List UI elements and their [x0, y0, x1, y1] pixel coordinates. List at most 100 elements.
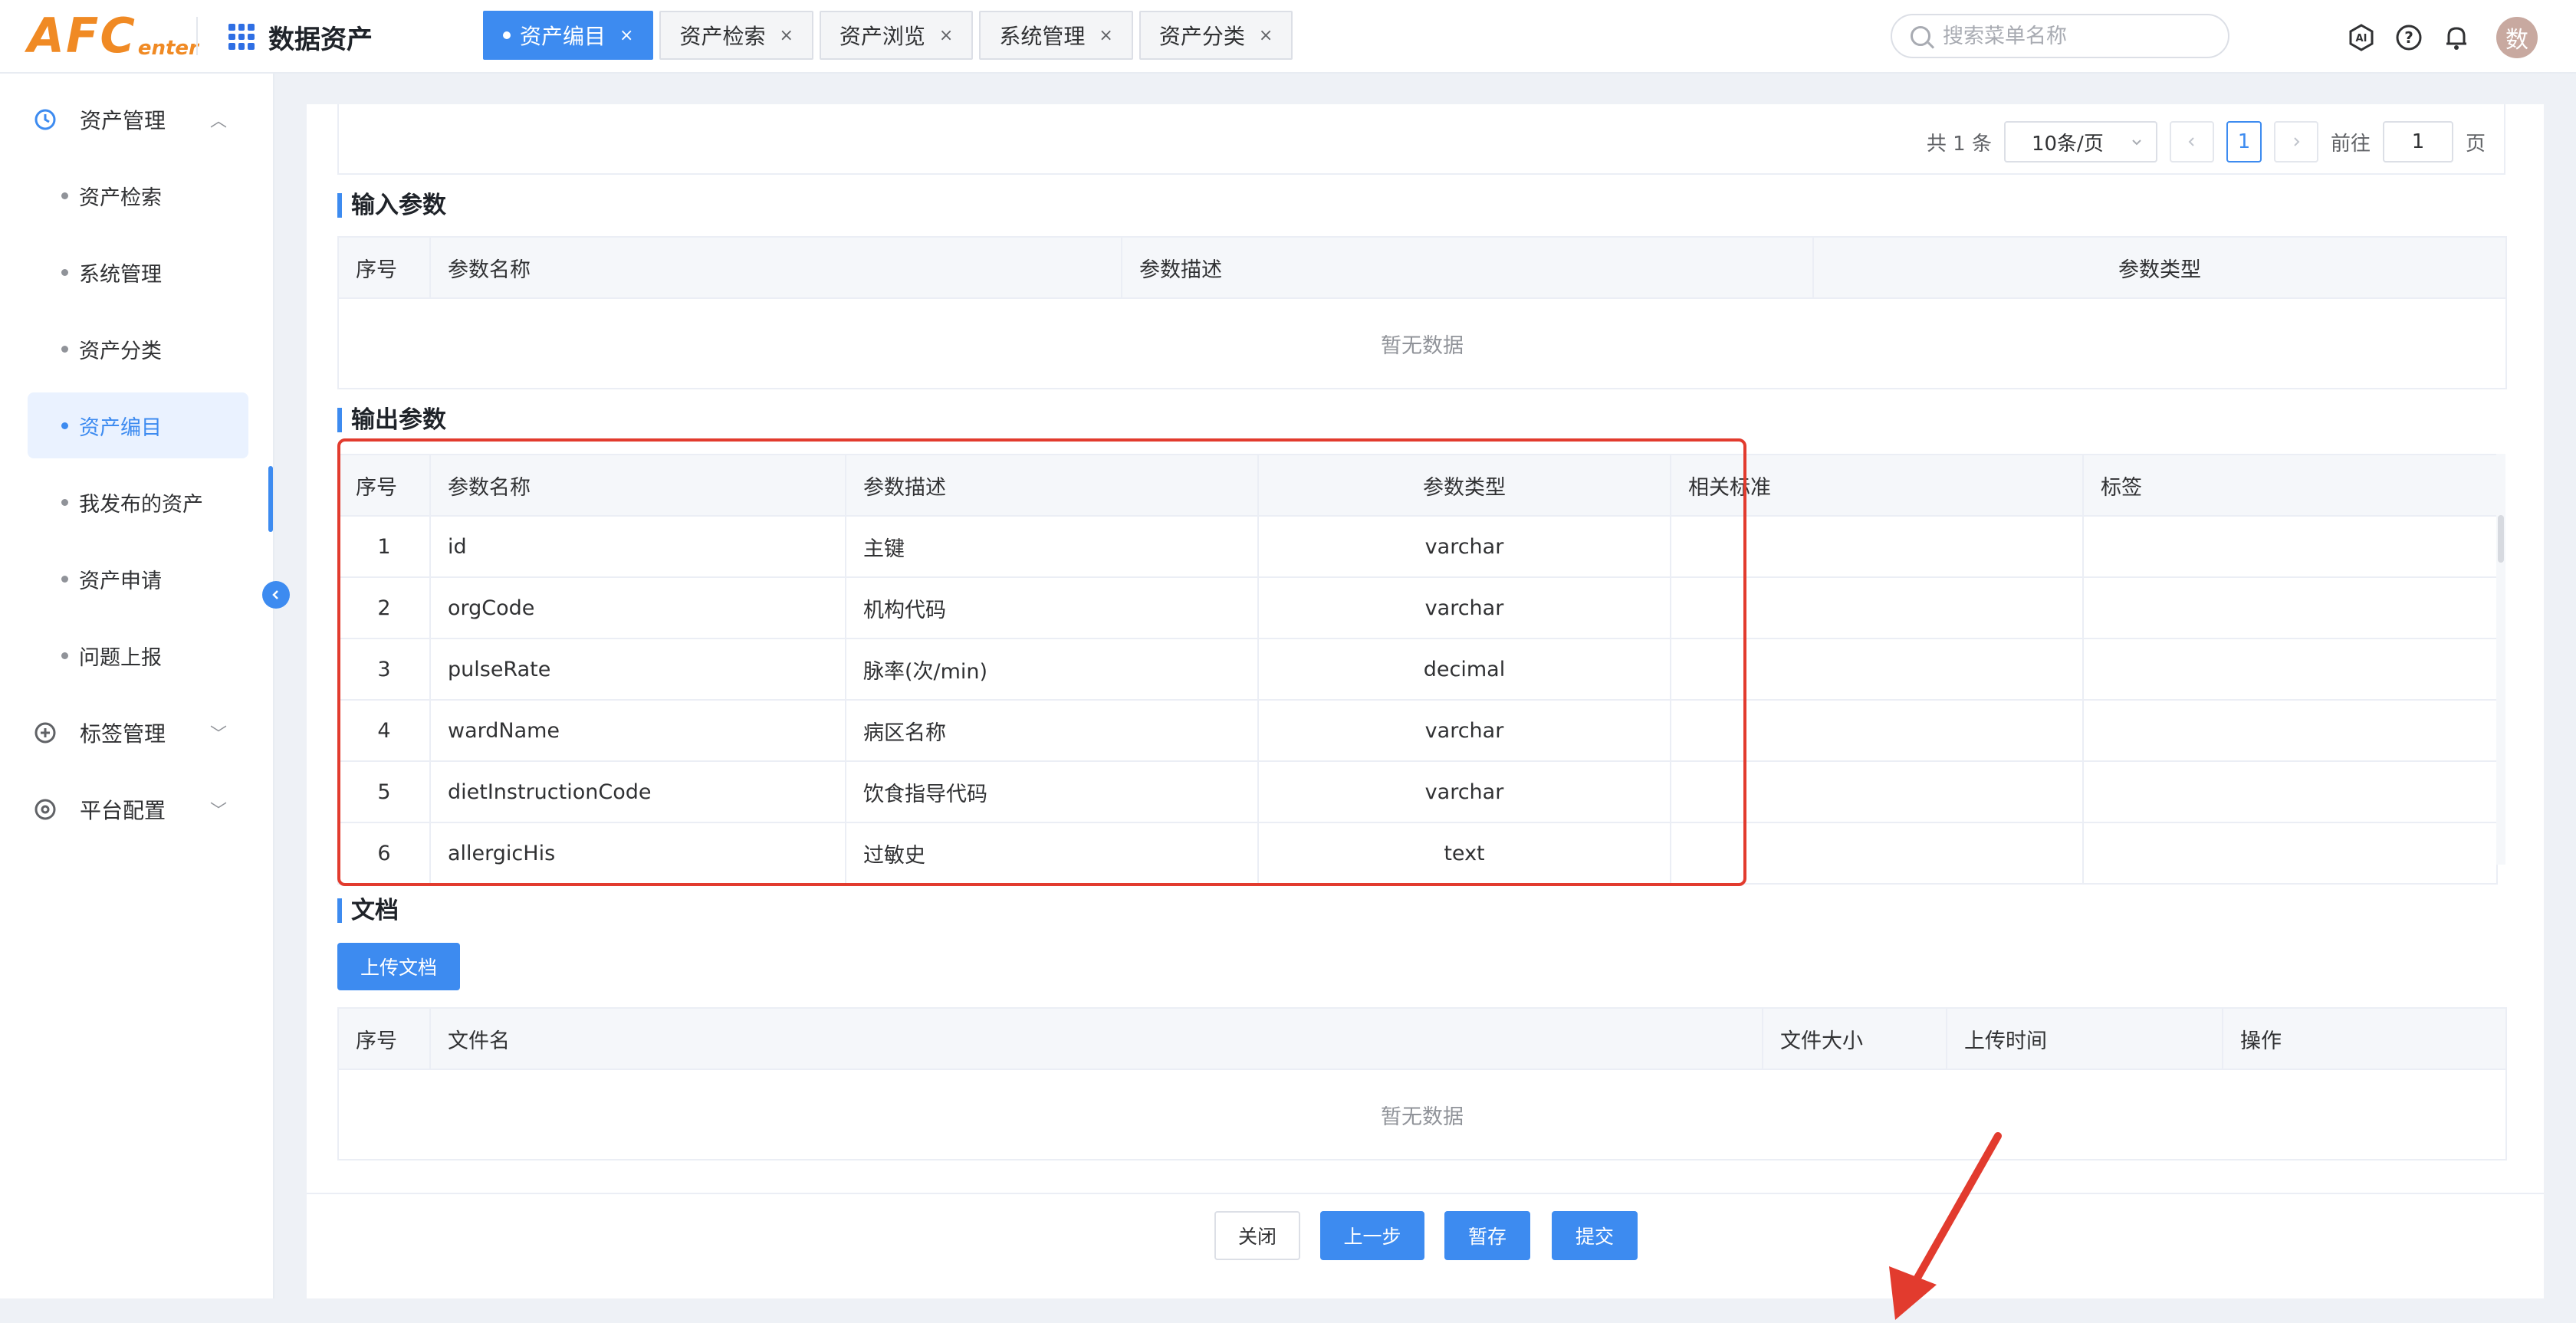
- col-header: 参数描述: [845, 454, 1259, 517]
- active-dot-icon: [503, 31, 511, 39]
- sidebar: 资产管理 ︿ 资产检索 系统管理 资产分类 资产编目 我发布的资产 资产申请 问…: [0, 74, 274, 1298]
- tab-asset-search[interactable]: 资产检索 ×: [659, 11, 813, 60]
- chevron-down-icon: ﹀: [210, 725, 228, 744]
- chevron-left-icon: [2188, 137, 2194, 146]
- collapse-sidebar-button[interactable]: [262, 581, 290, 609]
- save-draft-button[interactable]: 暂存: [1444, 1211, 1530, 1260]
- header-divider: [196, 17, 198, 55]
- tag-cell[interactable]: [2082, 760, 2498, 823]
- sidebar-item-asset-request[interactable]: 资产申请: [28, 546, 248, 612]
- previous-table-pager-area: 共 1 条 10条/页 1 前往 页: [337, 104, 2505, 175]
- sidebar-item-issue-report[interactable]: 问题上报: [28, 622, 248, 688]
- close-icon[interactable]: ×: [1259, 26, 1273, 45]
- table-row[interactable]: 6 allergicHis 过敏史 text: [337, 822, 2498, 885]
- chevron-right-icon: [2294, 137, 2300, 146]
- close-button[interactable]: 关闭: [1214, 1211, 1300, 1260]
- next-page-button[interactable]: [2273, 121, 2318, 163]
- related-standard-cell[interactable]: [1670, 822, 2084, 885]
- pager-goto-input[interactable]: [2382, 121, 2453, 163]
- close-icon[interactable]: ×: [779, 26, 793, 45]
- active-indicator: [268, 466, 273, 532]
- menu-search[interactable]: [1891, 14, 2229, 58]
- col-header: 文件名: [429, 1007, 1763, 1070]
- pager-total: 共 1 条: [1926, 132, 1992, 156]
- table-row[interactable]: 4 wardName 病区名称 varchar: [337, 699, 2498, 762]
- submit-button[interactable]: 提交: [1552, 1211, 1638, 1260]
- tag-cell[interactable]: [2082, 822, 2498, 885]
- table-row[interactable]: 2 orgCode 机构代码 varchar: [337, 576, 2498, 639]
- documents-title: 文档: [337, 897, 399, 924]
- input-params-table: 序号 参数名称 参数描述 参数类型 暂无数据: [337, 236, 2507, 389]
- col-header: 参数名称: [429, 236, 1122, 299]
- documents-table: 序号 文件名 文件大小 上传时间 操作 暂无数据: [337, 1007, 2507, 1160]
- close-icon[interactable]: ×: [619, 26, 633, 45]
- tab-system-management[interactable]: 系统管理 ×: [979, 11, 1133, 60]
- related-standard-cell[interactable]: [1670, 515, 2084, 578]
- chevron-down-icon: [2132, 140, 2141, 146]
- pager-page-unit: 页: [2465, 132, 2486, 156]
- table-row[interactable]: 3 pulseRate 脉率(次/min) decimal: [337, 638, 2498, 701]
- empty-state: 暂无数据: [337, 1069, 2507, 1160]
- plus-circle-icon: [34, 722, 56, 744]
- tab-asset-catalog[interactable]: 资产编目 ×: [483, 11, 654, 60]
- user-avatar[interactable]: 数: [2496, 17, 2538, 58]
- table-row[interactable]: 5 dietInstructionCode 饮食指导代码 varchar: [337, 760, 2498, 823]
- form-footer: [307, 1193, 2544, 1298]
- main-content: 共 1 条 10条/页 1 前往 页 输入参数 序号 参数名称 参数描述 参数类…: [307, 104, 2544, 1320]
- ai-assistant-icon[interactable]: AI: [2346, 22, 2377, 53]
- sidebar-group-platform-config[interactable]: 平台配置 ﹀: [0, 780, 274, 839]
- chevron-down-icon: ﹀: [210, 802, 228, 821]
- table-row[interactable]: 1 id 主键 varchar: [337, 515, 2498, 578]
- col-header: 参数类型: [1257, 454, 1671, 517]
- top-header: AFC enter 数据资产 资产编目 × 资产检索 × 资产浏览 × 系统管理…: [0, 0, 2576, 74]
- page-number-current[interactable]: 1: [2226, 121, 2262, 163]
- tag-cell[interactable]: [2082, 576, 2498, 639]
- tab-asset-browse[interactable]: 资产浏览 ×: [819, 11, 974, 60]
- tag-cell[interactable]: [2082, 515, 2498, 578]
- related-standard-cell[interactable]: [1670, 699, 2084, 762]
- col-header: 标签: [2082, 454, 2498, 517]
- tag-cell[interactable]: [2082, 699, 2498, 762]
- close-icon[interactable]: ×: [1099, 26, 1112, 45]
- header-actions: AI ? 数: [2346, 17, 2538, 58]
- table-scrollbar-thumb[interactable]: [2498, 515, 2504, 563]
- col-header: 相关标准: [1670, 454, 2084, 517]
- col-header: 序号: [337, 236, 431, 299]
- upload-document-button[interactable]: 上传文档: [337, 943, 460, 990]
- pager-goto-label: 前往: [2330, 132, 2371, 156]
- close-icon[interactable]: ×: [939, 26, 953, 45]
- related-standard-cell[interactable]: [1670, 760, 2084, 823]
- related-standard-cell[interactable]: [1670, 576, 2084, 639]
- related-standard-cell[interactable]: [1670, 638, 2084, 701]
- sidebar-group-asset-management[interactable]: 资产管理 ︿: [0, 90, 274, 149]
- input-params-title: 输入参数: [337, 192, 446, 219]
- settings-icon: [34, 799, 56, 820]
- chevron-up-icon: ︿: [210, 112, 228, 131]
- bell-icon[interactable]: [2441, 22, 2472, 53]
- sidebar-group-tag-management[interactable]: 标签管理 ﹀: [0, 704, 274, 762]
- pagination: 共 1 条 10条/页 1 前往 页: [1927, 121, 2486, 163]
- prev-page-button[interactable]: [2169, 121, 2214, 163]
- search-icon: [1911, 26, 1930, 46]
- help-icon[interactable]: ?: [2394, 22, 2424, 53]
- col-header: 参数描述: [1121, 236, 1814, 299]
- apps-grid-icon[interactable]: [228, 24, 255, 50]
- tab-asset-category[interactable]: 资产分类 ×: [1138, 11, 1293, 60]
- chevron-left-icon: [272, 590, 278, 599]
- sidebar-item-asset-search[interactable]: 资产检索: [28, 163, 248, 228]
- sidebar-item-asset-category[interactable]: 资产分类: [28, 316, 248, 382]
- clock-icon: [34, 109, 56, 130]
- tag-cell[interactable]: [2082, 638, 2498, 701]
- svg-text:?: ?: [2404, 28, 2413, 47]
- sidebar-item-system-management[interactable]: 系统管理: [28, 239, 248, 305]
- output-params-title: 输出参数: [337, 406, 446, 434]
- page-size-select[interactable]: 10条/页: [2003, 121, 2157, 163]
- sidebar-item-my-published-assets[interactable]: 我发布的资产: [28, 469, 248, 535]
- empty-state: 暂无数据: [337, 297, 2507, 389]
- previous-step-button[interactable]: 上一步: [1320, 1211, 1424, 1260]
- svg-text:AI: AI: [2356, 33, 2367, 44]
- col-header: 序号: [337, 454, 431, 517]
- sidebar-item-asset-catalog[interactable]: 资产编目: [28, 392, 248, 458]
- afcenter-logo[interactable]: AFC enter: [28, 11, 199, 61]
- menu-search-input[interactable]: [1943, 24, 2203, 48]
